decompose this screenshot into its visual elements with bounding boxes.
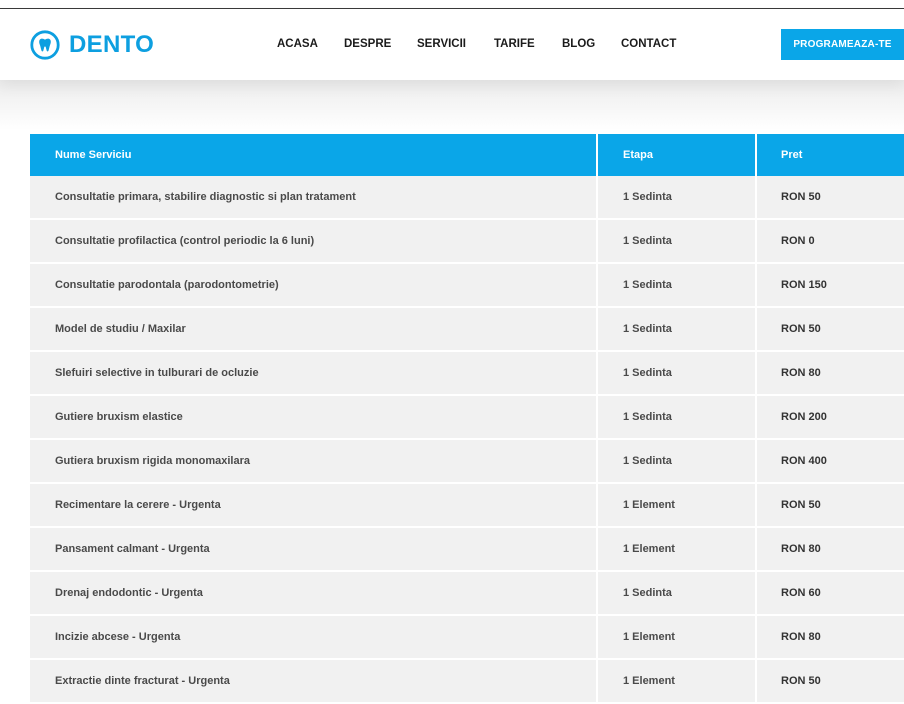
table-row: Recimentare la cerere - Urgenta 1 Element… <box>30 484 904 528</box>
stage-cell: 1 Sedinta <box>598 352 755 394</box>
page-banner <box>0 80 904 130</box>
price-cell: RON 60 <box>757 572 904 614</box>
stage-cell: 1 Element <box>598 528 755 570</box>
book-appointment-button[interactable]: PROGRAMEAZA-TE <box>781 29 904 60</box>
nav-item-acasa[interactable]: ACASA <box>277 38 318 50</box>
table-row: Incizie abcese - Urgenta 1 Element RON 80 <box>30 616 904 660</box>
price-cell: RON 50 <box>757 660 904 702</box>
stage-cell: 1 Element <box>598 484 755 526</box>
stage-cell: 1 Element <box>598 660 755 702</box>
nav-item-contact[interactable]: CONTACT <box>621 38 676 50</box>
table-row: Pansament calmant - Urgenta 1 Element RON … <box>30 528 904 572</box>
nav-item-tarife[interactable]: TARIFE <box>494 38 535 50</box>
stage-cell: 1 Sedinta <box>598 176 755 218</box>
service-name-cell: Gutiera bruxism rigida monomaxilara <box>30 440 596 482</box>
table-row: Model de studiu / Maxilar 1 Sedinta RON 50 <box>30 308 904 352</box>
service-name-cell: Pansament calmant - Urgenta <box>30 528 596 570</box>
price-cell: RON 80 <box>757 616 904 658</box>
nav-item-servicii[interactable]: SERVICII <box>417 38 466 50</box>
table-row: Extractie dinte fracturat - Urgenta 1 Ele… <box>30 660 904 704</box>
price-cell: RON 50 <box>757 308 904 350</box>
table-row: Consultatie parodontala (parodontometrie… <box>30 264 904 308</box>
column-header-stage: Etapa <box>598 134 755 176</box>
stage-cell: 1 Element <box>598 616 755 658</box>
price-cell: RON 150 <box>757 264 904 306</box>
tooth-icon <box>30 30 60 60</box>
service-name-cell: Consultatie profilactica (control period… <box>30 220 596 262</box>
price-cell: RON 80 <box>757 528 904 570</box>
service-name-cell: Extractie dinte fracturat - Urgenta <box>30 660 596 702</box>
service-name-cell: Consultatie parodontala (parodontometrie… <box>30 264 596 306</box>
table-row: Slefuiri selective in tulburari de ocluz… <box>30 352 904 396</box>
service-name-cell: Recimentare la cerere - Urgenta <box>30 484 596 526</box>
price-cell: RON 50 <box>757 176 904 218</box>
stage-cell: 1 Sedinta <box>598 220 755 262</box>
price-table: Nume Serviciu Etapa Pret Consultatie pri… <box>30 134 904 704</box>
service-name-cell: Incizie abcese - Urgenta <box>30 616 596 658</box>
table-row: Drenaj endodontic - Urgenta 1 Sedinta RON … <box>30 572 904 616</box>
stage-cell: 1 Sedinta <box>598 308 755 350</box>
price-cell: RON 400 <box>757 440 904 482</box>
site-header: DENTO ACASA DESPRE SERVICII TARIFE BLOG … <box>0 9 904 80</box>
column-header-price: Pret <box>757 134 904 176</box>
stage-cell: 1 Sedinta <box>598 440 755 482</box>
price-cell: RON 80 <box>757 352 904 394</box>
price-cell: RON 50 <box>757 484 904 526</box>
stage-cell: 1 Sedinta <box>598 572 755 614</box>
price-cell: RON 200 <box>757 396 904 438</box>
table-header-row: Nume Serviciu Etapa Pret <box>30 134 904 176</box>
stage-cell: 1 Sedinta <box>598 396 755 438</box>
nav-item-despre[interactable]: DESPRE <box>344 38 391 50</box>
service-name-cell: Slefuiri selective in tulburari de ocluz… <box>30 352 596 394</box>
service-name-cell: Gutiere bruxism elastice <box>30 396 596 438</box>
service-name-cell: Consultatie primara, stabilire diagnosti… <box>30 176 596 218</box>
table-row: Consultatie primara, stabilire diagnosti… <box>30 176 904 220</box>
table-row: Gutiera bruxism rigida monomaxilara 1 Sed… <box>30 440 904 484</box>
table-row: Gutiere bruxism elastice 1 Sedinta RON 200 <box>30 396 904 440</box>
brand-name: DENTO <box>69 31 155 58</box>
stage-cell: 1 Sedinta <box>598 264 755 306</box>
nav-item-blog[interactable]: BLOG <box>562 38 595 50</box>
price-cell: RON 0 <box>757 220 904 262</box>
column-header-service-name: Nume Serviciu <box>30 134 596 176</box>
service-name-cell: Drenaj endodontic - Urgenta <box>30 572 596 614</box>
brand-logo[interactable]: DENTO <box>30 30 154 60</box>
table-row: Consultatie profilactica (control period… <box>30 220 904 264</box>
service-name-cell: Model de studiu / Maxilar <box>30 308 596 350</box>
